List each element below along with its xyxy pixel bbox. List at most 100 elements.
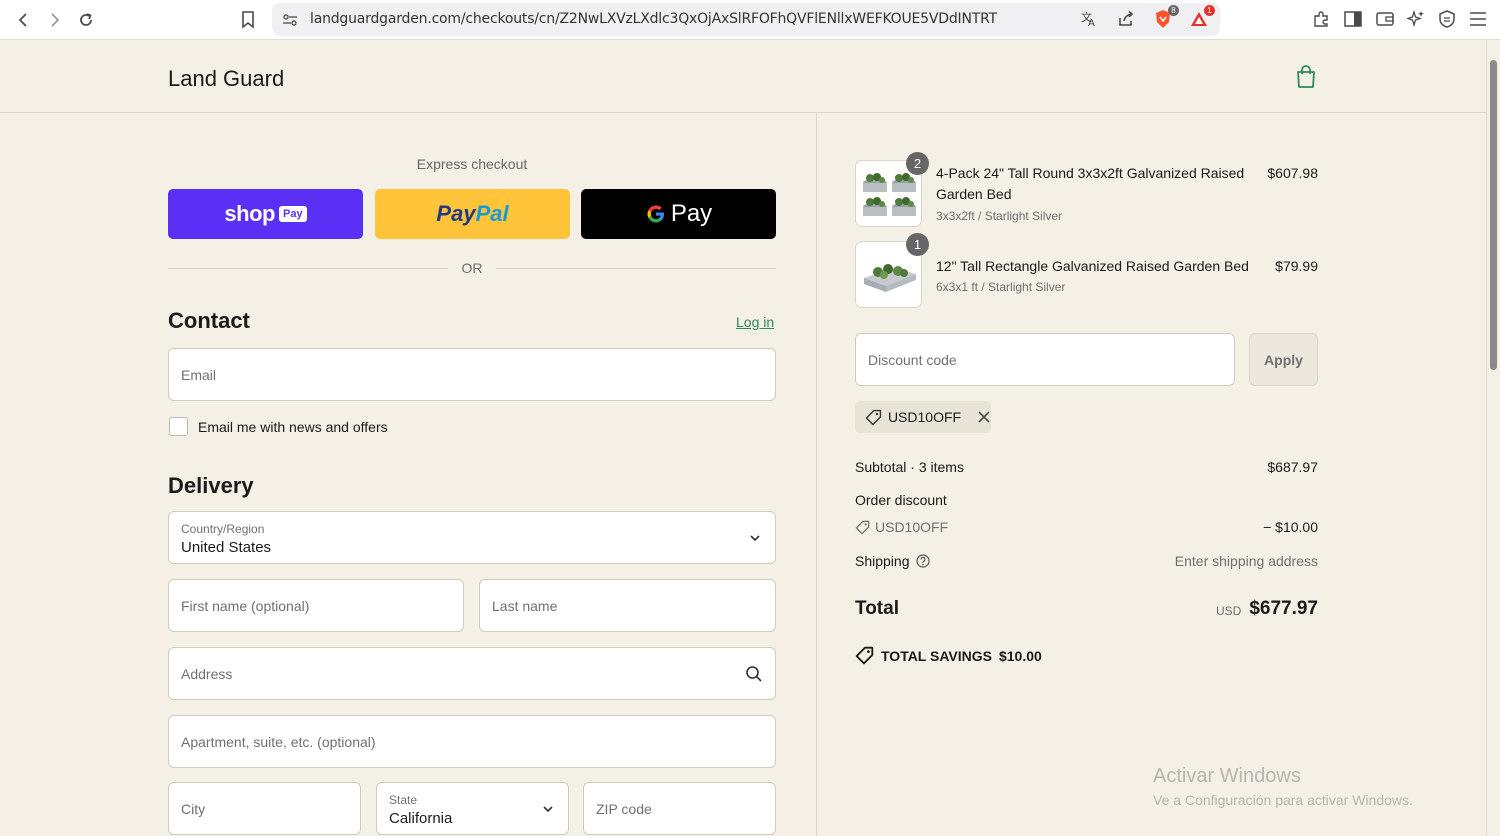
subtotal-label: Subtotal · 3 items [855, 459, 964, 475]
country-label: Country/Region [181, 522, 265, 536]
product-thumbnail: 2 [855, 152, 929, 227]
wallet-icon[interactable] [1374, 8, 1396, 30]
help-icon[interactable] [915, 554, 930, 568]
city-placeholder: City [181, 801, 206, 817]
chevron-down-icon [749, 531, 761, 543]
last-name-placeholder: Last name [492, 598, 558, 614]
total-value: $677.97 [1249, 598, 1318, 619]
express-checkout-title: Express checkout [416, 156, 528, 172]
product-thumbnail: 1 [855, 233, 929, 308]
brave-badge: 8 [1168, 5, 1179, 16]
column-divider [816, 113, 817, 836]
tag-icon [865, 409, 882, 425]
state-value: California [389, 810, 453, 827]
last-name-field[interactable]: Last name [479, 579, 776, 632]
paypal-wordmark: PayPal [436, 201, 509, 226]
reload-icon[interactable] [74, 8, 98, 32]
alert-badge: 1 [1204, 5, 1215, 16]
address-bar[interactable]: landguardgarden.com/checkouts/cn/Z2NwLXV… [272, 3, 1220, 36]
first-name-field[interactable]: First name (optional) [168, 579, 464, 632]
contact-heading: Contact [168, 308, 250, 333]
applied-discount-chip: USD10OFF [855, 401, 991, 433]
discount-code-field[interactable]: Discount code [855, 333, 1235, 386]
or-separator: OR [168, 258, 776, 278]
back-icon[interactable] [12, 8, 36, 32]
address-placeholder: Address [181, 666, 233, 682]
page-scrollbar[interactable] [1486, 40, 1500, 836]
vpn-shield-icon[interactable] [1436, 8, 1458, 30]
search-icon [745, 665, 763, 683]
apply-button[interactable]: Apply [1249, 333, 1318, 386]
apartment-placeholder: Apartment, suite, etc. (optional) [181, 734, 376, 750]
discount-value: − $10.00 [1263, 519, 1318, 535]
forward-icon[interactable] [42, 8, 66, 32]
savings-value: $10.00 [998, 647, 1042, 664]
shop-pay-badge: Pay [278, 206, 307, 222]
email-placeholder: Email [181, 367, 217, 383]
item-variant: 3x3x2ft / Starlight Silver [936, 209, 1063, 223]
savings-label: TOTAL SAVINGS [881, 647, 992, 664]
brave-shields-icon[interactable]: 8 [1152, 5, 1179, 30]
first-name-placeholder: First name (optional) [181, 598, 310, 614]
address-field[interactable]: Address [168, 647, 776, 700]
google-g-icon [647, 205, 664, 223]
activation-watermark-title: Activar Windows [1153, 765, 1301, 787]
shop-pay-button[interactable]: shop Pay [168, 189, 363, 239]
shop-pay-wordmark: shop [224, 201, 275, 226]
city-field[interactable]: City [168, 782, 361, 835]
extensions-icon[interactable] [1310, 8, 1332, 30]
zip-placeholder: ZIP code [596, 801, 652, 817]
brand-logo[interactable]: Land Guard [168, 66, 284, 92]
zip-field[interactable]: ZIP code [583, 782, 776, 835]
scrollbar-thumb[interactable] [1490, 60, 1497, 370]
bookmark-icon[interactable] [236, 8, 260, 32]
sidebar-icon[interactable] [1342, 8, 1364, 30]
state-select[interactable]: State California [376, 782, 569, 835]
share-icon[interactable] [1115, 8, 1137, 30]
shipping-value: Enter shipping address [1174, 553, 1318, 569]
total-label: Total [855, 598, 899, 619]
url-text: landguardgarden.com/checkouts/cn/Z2NwLXV… [310, 11, 997, 27]
country-value: United States [181, 539, 272, 556]
newsletter-label: Email me with news and offers [198, 419, 388, 435]
item-name: 12" Tall Rectangle Galvanized Raised Gar… [936, 258, 1249, 274]
quantity-badge: 1 [906, 233, 929, 256]
item-price: $607.98 [1267, 165, 1318, 181]
tag-icon [855, 520, 870, 534]
discount-placeholder: Discount code [868, 352, 957, 368]
shipping-label: Shipping [855, 553, 910, 569]
or-text: OR [461, 260, 483, 276]
google-pay-wordmark: Pay [645, 200, 712, 228]
chevron-down-icon [542, 802, 554, 814]
delivery-heading: Delivery [168, 473, 254, 498]
shopping-bag-icon[interactable] [1294, 64, 1318, 90]
menu-icon[interactable] [1467, 8, 1489, 30]
state-label: State [389, 793, 418, 807]
leo-ai-icon[interactable] [1405, 8, 1427, 30]
item-name: 4-Pack 24" Tall Round 3x3x2ft Galvanized… [936, 165, 1245, 202]
discount-code-text: USD10OFF [875, 519, 949, 535]
total-currency: USD [1216, 604, 1242, 618]
email-field[interactable]: Email [168, 348, 776, 401]
discount-code-row: USD10OFF [855, 519, 948, 535]
brave-rewards-icon[interactable]: 1 [1188, 5, 1215, 30]
site-settings-icon[interactable] [282, 12, 298, 33]
subtotal-value: $687.97 [1267, 459, 1318, 475]
site-header: Land Guard [0, 41, 1486, 113]
country-select[interactable]: Country/Region United States [168, 511, 776, 564]
paypal-button[interactable]: PayPal [375, 189, 570, 239]
apartment-field[interactable]: Apartment, suite, etc. (optional) [168, 715, 776, 768]
login-link[interactable]: Log in [736, 314, 774, 330]
tag-icon [855, 646, 874, 665]
shipping-row: Shipping [855, 553, 930, 569]
remove-discount-icon[interactable] [977, 410, 991, 424]
item-price: $79.99 [1275, 258, 1318, 274]
applied-code: USD10OFF [887, 409, 962, 425]
item-variant: 6x3x1 ft / Starlight Silver [936, 280, 1066, 294]
order-discount-label: Order discount [855, 492, 947, 508]
quantity-badge: 2 [906, 152, 929, 175]
newsletter-checkbox[interactable] [169, 417, 188, 436]
translate-icon[interactable]: 文A [1078, 8, 1100, 30]
google-pay-button[interactable]: Pay [581, 189, 776, 239]
activation-watermark-text: Ve a Configuración para activar Windows. [1153, 792, 1413, 808]
